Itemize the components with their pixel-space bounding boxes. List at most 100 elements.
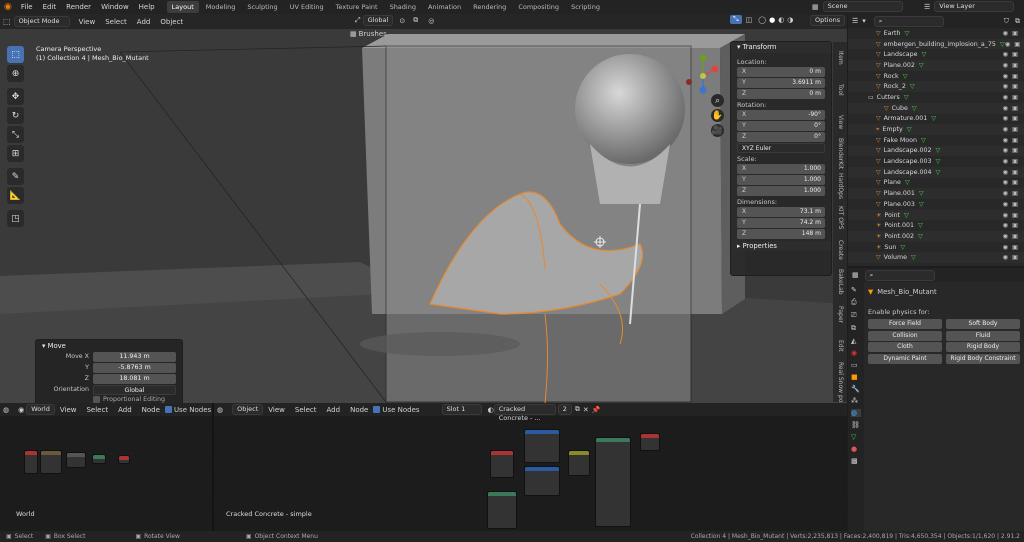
blender-logo-icon[interactable]: ◉ — [0, 2, 16, 12]
move-panel-header[interactable]: ▾ Move — [36, 340, 182, 352]
menu-file[interactable]: File — [16, 0, 38, 14]
outliner-item[interactable]: ▽ Plane ▽ ◉ ▣ — [848, 178, 1024, 189]
outliner-item[interactable]: ☀ Point.001 ▽ ◉ ▣ — [848, 220, 1024, 231]
outliner-search-input[interactable]: ⌕ — [873, 15, 944, 27]
visibility-eye-icon[interactable]: ◉ — [1003, 169, 1009, 176]
filter-icon[interactable]: ⛉ — [1004, 17, 1009, 26]
visibility-eye-icon[interactable]: ◉ — [1003, 244, 1009, 251]
solid-shading-icon[interactable]: ● — [769, 16, 775, 24]
sidebar-tab-blenderkit[interactable]: BlenderKit — [833, 138, 847, 170]
outliner-item[interactable]: ▽ Cube ▽ ◉ ▣ — [848, 102, 1024, 114]
brushes-label[interactable]: Brushes — [359, 30, 387, 38]
editor-type-icon[interactable]: ⬚ — [3, 17, 11, 26]
world-menu-add[interactable]: Add — [113, 403, 137, 417]
properties-editor-icon[interactable]: ▦ — [852, 271, 859, 279]
display-mode-icon[interactable]: ▾ — [862, 17, 866, 25]
material-menu-add[interactable]: Add — [322, 403, 346, 417]
rotation-mode-dropdown[interactable]: XYZ Euler — [737, 143, 825, 153]
sidebar-tab-hardops[interactable]: HardOps — [833, 170, 847, 202]
location-z-field[interactable]: Z 0 m — [737, 89, 825, 99]
scene-selector[interactable]: ▦ Scene — [812, 1, 903, 12]
modifier-tab-icon[interactable]: 🔧 — [851, 385, 861, 393]
physics-tab-icon[interactable]: ◍ — [851, 409, 861, 417]
rotation-y-field[interactable]: Y 0° — [737, 121, 825, 131]
visibility-eye-icon[interactable]: ◉ — [1005, 41, 1011, 48]
node-editor-icon[interactable]: ◍ — [217, 406, 223, 414]
render-camera-icon[interactable]: ▣ — [1012, 158, 1018, 165]
view-layer-tab-icon[interactable]: ⧉ — [851, 324, 861, 333]
outliner-item[interactable]: ▽ Landscape.004 ▽ ◉ ▣ — [848, 166, 1024, 178]
texture-tab-icon[interactable]: ▩ — [851, 457, 861, 465]
world-tab-icon[interactable]: ◉ — [851, 349, 861, 357]
outliner-item[interactable]: ▽ Landscape.003 ▽ ◉ ▣ — [848, 156, 1024, 167]
world-node-d[interactable] — [92, 454, 106, 464]
outliner-item[interactable]: ▽ Plane.002 ▽ ◉ ▣ — [848, 60, 1024, 71]
sidebar-tab-view[interactable]: View — [833, 106, 847, 138]
render-camera-icon[interactable]: ▣ — [1012, 94, 1018, 101]
material-menu-node[interactable]: Node — [345, 403, 373, 417]
render-camera-icon[interactable]: ▣ — [1012, 212, 1018, 219]
select-tool-icon[interactable]: ⬚ — [7, 46, 24, 63]
physics-fluid-button[interactable]: Fluid — [946, 330, 1020, 341]
material-output-node[interactable] — [640, 433, 660, 451]
visibility-eye-icon[interactable]: ◉ — [1003, 254, 1009, 261]
slot-dropdown[interactable]: Slot 1 — [441, 404, 482, 415]
object-mode-dropdown[interactable]: Object Mode — [13, 16, 70, 27]
outliner-item[interactable]: ☀ Point.002 ▽ ◉ ▣ — [848, 231, 1024, 242]
material-name-field[interactable]: Cracked Concrete - ... — [493, 404, 556, 422]
scale-x-field[interactable]: X 1.000 — [737, 164, 825, 174]
physics-dynamic-paint-button[interactable]: Dynamic Paint — [868, 353, 942, 364]
move-tool-icon[interactable]: ✥ — [7, 88, 24, 105]
render-camera-icon[interactable]: ▣ — [1012, 222, 1018, 229]
world-node-b[interactable] — [40, 450, 62, 474]
pan-hand-icon[interactable]: ✋ — [711, 109, 724, 122]
menu-help[interactable]: Help — [134, 0, 160, 14]
render-camera-icon[interactable]: ▣ — [1012, 30, 1018, 37]
visibility-eye-icon[interactable]: ◉ — [1003, 158, 1009, 165]
material-shading-icon[interactable]: ◐ — [778, 16, 784, 24]
move-z-field[interactable]: 18.081 m — [93, 374, 176, 384]
render-camera-icon[interactable]: ▣ — [1012, 105, 1018, 112]
sidebar-tab-create[interactable]: Create — [833, 234, 847, 266]
data-tab-icon[interactable]: ▽ — [851, 433, 861, 441]
rotation-z-field[interactable]: Z 0° — [737, 132, 825, 142]
outliner-item[interactable]: ▽ Rock ▽ ◉ ▣ — [848, 71, 1024, 82]
measure-tool-icon[interactable]: 📐 — [7, 187, 24, 204]
outliner-item[interactable]: ▽ Fake Moon ▽ ◉ ▣ — [848, 135, 1024, 146]
sidebar-tab-tool[interactable]: Tool — [833, 74, 847, 106]
output-tab-icon[interactable]: ⎚ — [851, 311, 861, 320]
view-layer-selector[interactable]: ☰ View Layer — [924, 1, 1015, 12]
physics-rigid-body-button[interactable]: Rigid Body — [946, 342, 1020, 352]
collection-tab-icon[interactable]: ▭ — [851, 361, 861, 369]
node-editor-icon[interactable]: ◍ — [3, 406, 9, 414]
principled-bsdf-node[interactable] — [595, 437, 631, 527]
mix-node[interactable] — [568, 450, 590, 476]
render-camera-icon[interactable]: ▣ — [1012, 51, 1018, 58]
transform-header[interactable]: ▾ Transform — [731, 42, 831, 53]
world-output-node[interactable] — [118, 455, 130, 464]
3d-viewport[interactable]: ⬚ Object Mode View Select Add Object ⤢ G… — [0, 14, 847, 403]
visibility-eye-icon[interactable]: ◉ — [1003, 105, 1009, 112]
scene-tab-icon[interactable]: ◭ — [851, 337, 861, 345]
visibility-eye-icon[interactable]: ◉ — [1003, 147, 1009, 154]
visibility-eye-icon[interactable]: ◉ — [1003, 51, 1009, 58]
outliner-item[interactable]: ☀ Sun ▽ ◉ ▣ — [848, 242, 1024, 253]
duplicate-material-icon[interactable]: ⧉ — [575, 405, 580, 414]
render-camera-icon[interactable]: ▣ — [1012, 233, 1018, 240]
unlink-material-icon[interactable]: ✕ — [583, 406, 589, 414]
render-camera-icon[interactable]: ▣ — [1012, 73, 1018, 80]
location-x-field[interactable]: X 0 m — [737, 67, 825, 77]
wireframe-shading-icon[interactable]: ◯ — [758, 16, 766, 24]
constraint-tab-icon[interactable]: ⛓ — [851, 421, 861, 429]
render-camera-icon[interactable]: ▣ — [1012, 147, 1018, 154]
snap-icon[interactable]: ⧉ — [413, 16, 418, 25]
visibility-eye-icon[interactable]: ◉ — [1003, 62, 1009, 69]
outliner-item[interactable]: ▭ Cutters ▽ ◉ ▣ — [848, 92, 1024, 103]
scale-tool-icon[interactable]: ⤡ — [7, 126, 24, 143]
rotation-x-field[interactable]: X -90° — [737, 110, 825, 120]
tab-layout[interactable]: Layout — [166, 1, 199, 13]
visibility-eye-icon[interactable]: ◉ — [1003, 115, 1009, 122]
visibility-eye-icon[interactable]: ◉ — [1003, 83, 1009, 90]
dimensions-y-field[interactable]: Y 74.2 m — [737, 218, 825, 228]
render-camera-icon[interactable]: ▣ — [1012, 115, 1018, 122]
